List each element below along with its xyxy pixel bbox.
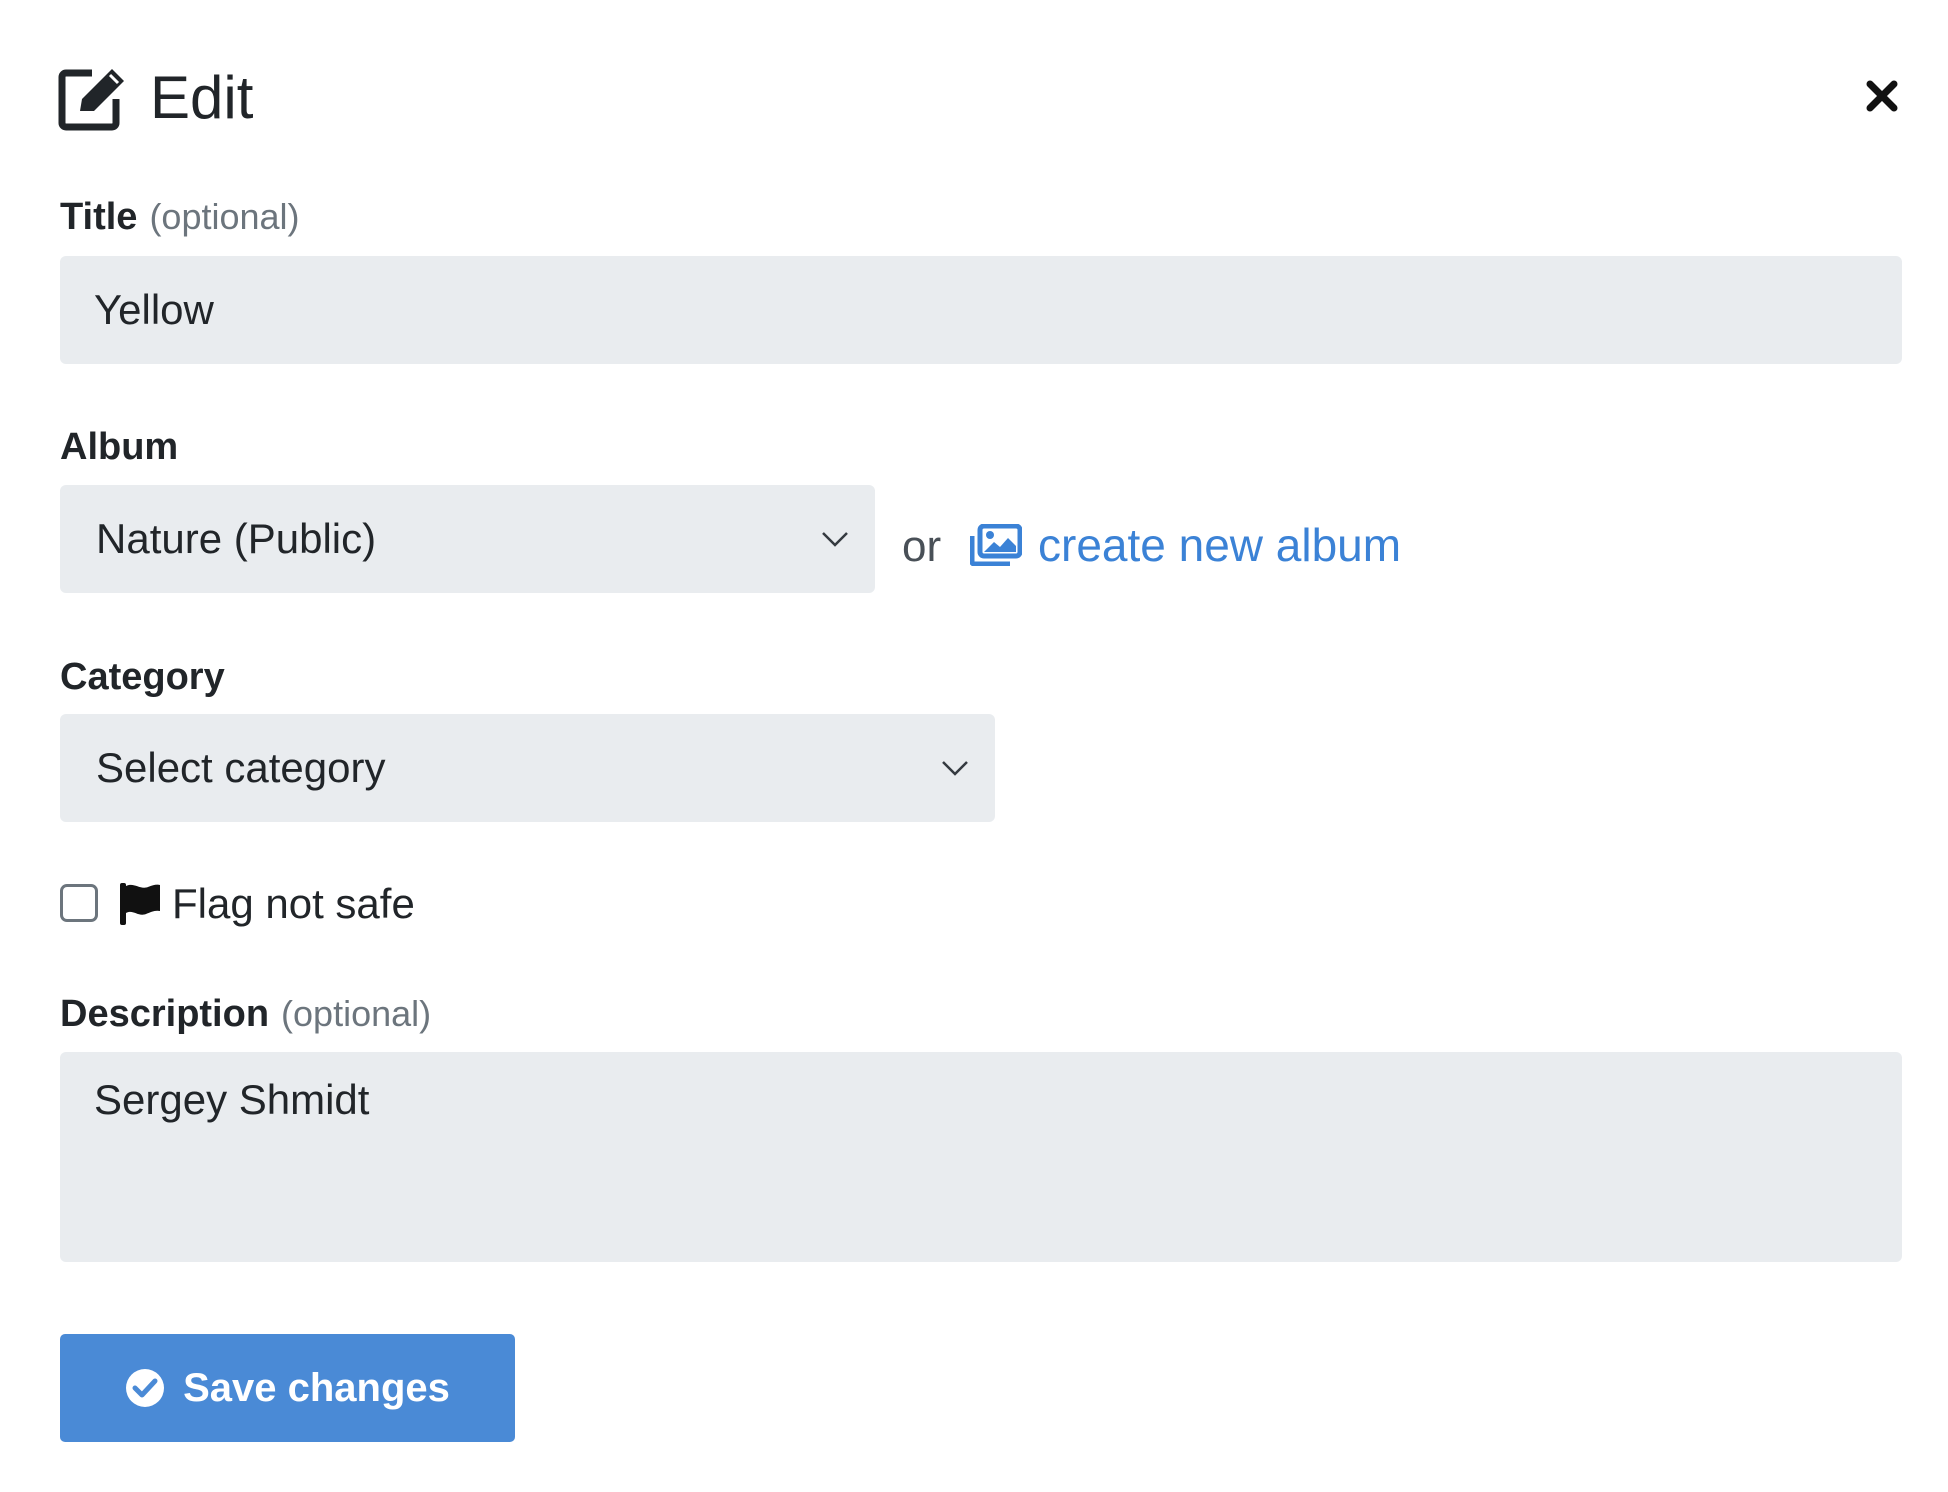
album-select[interactable]: Nature (Public) — [60, 485, 875, 593]
create-new-album-link[interactable]: create new album — [970, 518, 1401, 572]
chevron-down-icon — [822, 532, 848, 547]
title-input-value: Yellow — [94, 286, 214, 333]
description-label: Description (optional) — [60, 995, 431, 1033]
flag-not-safe-label: Flag not safe — [172, 880, 415, 927]
dialog-title: Edit — [150, 63, 254, 131]
create-new-album-label: create new album — [1038, 519, 1402, 571]
category-select-value: Select category — [96, 744, 386, 791]
category-select[interactable]: Select category — [60, 714, 995, 822]
edit-dialog: Edit Title (optional) Yellow Album Nature… — [0, 0, 1948, 1492]
description-label-text: Description — [60, 993, 270, 1035]
images-icon — [970, 524, 1022, 566]
flag-not-safe-checkbox[interactable] — [60, 884, 98, 922]
check-circle-icon — [126, 1369, 165, 1407]
category-label: Category — [60, 656, 225, 698]
title-label-text: Title — [60, 196, 138, 238]
title-label: Title (optional) — [60, 198, 300, 236]
album-select-value: Nature (Public) — [96, 515, 377, 562]
chevron-down-icon — [942, 761, 968, 776]
close-button[interactable] — [1862, 76, 1902, 116]
flag-not-safe-label-row[interactable]: Flag not safe — [118, 880, 415, 928]
description-value: Sergey Shmidt — [94, 1076, 370, 1123]
album-label: Album — [60, 426, 179, 468]
save-changes-button[interactable]: Save changes — [60, 1334, 515, 1442]
description-textarea[interactable]: Sergey Shmidt — [60, 1052, 1902, 1262]
title-optional-hint: (optional) — [149, 196, 300, 237]
flag-icon — [120, 883, 160, 925]
edit-icon — [58, 68, 124, 130]
save-changes-label: Save changes — [183, 1365, 450, 1410]
dialog-header: Edit — [58, 60, 253, 135]
or-text: or — [902, 522, 942, 571]
title-input[interactable]: Yellow — [60, 256, 1902, 364]
close-icon — [1866, 80, 1898, 112]
description-optional-hint: (optional) — [281, 993, 432, 1034]
